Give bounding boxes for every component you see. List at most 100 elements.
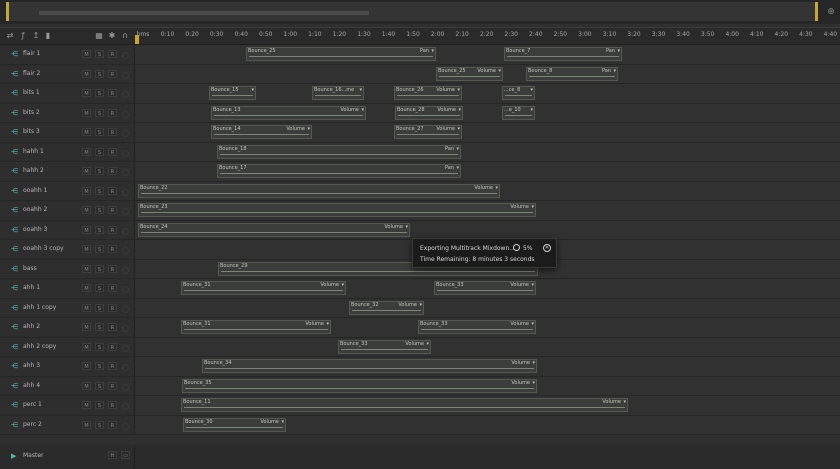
clip-menu-arrow-icon[interactable]: ▾ — [341, 282, 344, 288]
solo-button[interactable]: S — [95, 206, 104, 214]
clip-envelope-line[interactable] — [220, 153, 458, 155]
clip-menu-arrow-icon[interactable]: ▾ — [531, 321, 534, 327]
mute-button[interactable]: M — [82, 225, 91, 234]
track-row[interactable]: ⋲ ooahh 2 M S R Bounce_23 Volume ▾ — [0, 201, 840, 221]
track-header[interactable]: ⋲ perc 1 MSR — [0, 396, 135, 415]
solo-button[interactable]: S — [95, 362, 104, 370]
audio-clip[interactable]: Bounce_8 Pan ▾ — [526, 66, 618, 81]
track-row[interactable]: ⋲ flair 2 M S R Bounce_25 Volume ▾ Bounce_8 Pan ▾ — [0, 64, 840, 84]
clip-envelope-line[interactable] — [341, 348, 428, 350]
clip-menu-arrow-icon[interactable]: ▾ — [431, 48, 434, 54]
clip-envelope-label[interactable]: Volume — [510, 321, 529, 327]
input-monitor-button[interactable] — [122, 305, 129, 313]
clip-envelope-line[interactable] — [397, 95, 459, 96]
record-arm-button[interactable]: R — [108, 420, 117, 429]
audio-clip[interactable]: Bounce_34 Volume ▾ — [202, 359, 537, 373]
clip-envelope-line[interactable] — [439, 75, 500, 77]
clip-envelope-label[interactable]: Volume — [305, 321, 324, 327]
track-header[interactable]: ⋲ flair 1 MSR — [0, 45, 135, 64]
clip-envelope-label[interactable]: Volume — [477, 68, 496, 74]
clip-envelope-line[interactable] — [184, 407, 625, 408]
solo-button[interactable]: S — [95, 342, 104, 351]
clip-menu-arrow-icon[interactable]: ▾ — [532, 360, 535, 366]
audio-clip[interactable]: Bounce_11 Volume ▾ — [181, 398, 628, 412]
input-monitor-button[interactable] — [122, 208, 129, 215]
clip-envelope-line[interactable] — [141, 192, 497, 194]
clip-envelope-line[interactable] — [352, 309, 421, 311]
audio-clip[interactable]: Bounce_30 Volume ▾ — [183, 417, 286, 432]
track-row[interactable]: ⋲ ooahh 1 M S R Bounce_22 Volume ▾ — [0, 181, 840, 201]
mute-button[interactable]: M — [82, 420, 91, 429]
audio-clip[interactable]: Bounce_22 Volume ▾ — [138, 183, 500, 198]
clip-menu-arrow-icon[interactable]: ▾ — [531, 204, 534, 210]
clip-envelope-label[interactable]: Volume — [384, 224, 403, 230]
solo-button[interactable]: S — [95, 245, 104, 253]
mute-button[interactable]: M — [82, 362, 91, 370]
input-monitor-button[interactable] — [122, 149, 129, 157]
timeline-ruler[interactable]: ⇄ ƒ ↥ ▮ ▦ ✱ ∩ hms 0:10 0:20 0:30 0:40 0:50 1:0… — [0, 27, 840, 45]
solo-button[interactable]: S — [95, 225, 104, 234]
track-row[interactable]: ⋲ perc 2 M S R Bounce_30 Volume ▾ — [0, 415, 840, 435]
input-monitor-button[interactable] — [122, 71, 129, 79]
audio-clip[interactable]: Bounce_35 Volume ▾ — [182, 378, 537, 393]
audio-clip[interactable]: Bounce_23 Volume ▾ — [138, 203, 536, 217]
clip-menu-arrow-icon[interactable]: ▾ — [623, 399, 626, 405]
clip-envelope-label[interactable]: Volume — [398, 302, 417, 308]
clip-menu-arrow-icon[interactable]: ▾ — [530, 107, 533, 113]
clip-envelope-label[interactable]: Volume — [320, 282, 339, 288]
record-arm-button[interactable]: R — [108, 284, 117, 292]
input-monitor-button[interactable] — [122, 110, 129, 118]
audio-clip[interactable]: Bounce_24 Volume ▾ — [138, 222, 410, 237]
clip-envelope-line[interactable] — [205, 368, 534, 369]
track-header[interactable]: ⋲ hahh 2 MSR — [0, 162, 135, 181]
clip-envelope-line[interactable] — [529, 75, 615, 77]
cancel-export-button[interactable]: ✕ — [543, 244, 551, 252]
record-arm-button[interactable]: R — [108, 89, 117, 97]
track-header[interactable]: ⋲ ooahh 2 MSR — [0, 201, 135, 220]
clip-menu-arrow-icon[interactable]: ▾ — [457, 126, 460, 132]
mute-button[interactable]: M — [82, 167, 91, 175]
track-header[interactable]: ⋲ ahh 1 MSR — [0, 279, 135, 298]
clip-envelope-line[interactable] — [220, 173, 458, 174]
clip-envelope-label[interactable]: Volume — [510, 282, 529, 288]
track-header[interactable]: ⋲ flair 2 MSR — [0, 64, 135, 83]
clip-envelope-line[interactable] — [398, 114, 460, 116]
solo-button[interactable]: S — [95, 89, 104, 97]
clip-menu-arrow-icon[interactable]: ▾ — [456, 146, 459, 152]
audio-clip[interactable]: Bounce_7 Pan ▾ — [504, 47, 622, 61]
master-header[interactable]: ▶ Master H ▭ — [0, 445, 135, 469]
input-monitor-button[interactable] — [122, 422, 129, 430]
track-header[interactable]: ⋲ perc 2 MSR — [0, 415, 135, 434]
clip-envelope-label[interactable]: Volume — [511, 380, 530, 386]
track-row[interactable]: ⋲ ahh 2 copy M S R Bounce_33 Volume ▾ — [0, 337, 840, 357]
clip-envelope-label[interactable]: Volume — [511, 360, 530, 366]
clip-menu-arrow-icon[interactable]: ▾ — [359, 87, 362, 93]
track-row[interactable]: ⋲ ahh 4 M S R Bounce_35 Volume ▾ — [0, 376, 840, 396]
track-row[interactable]: ⋲ ahh 1 M S R Bounce_31 Volume ▾ Bounce_33 Volume… — [0, 279, 840, 299]
clip-menu-arrow-icon[interactable]: ▾ — [531, 282, 534, 288]
clip-menu-arrow-icon[interactable]: ▾ — [251, 87, 254, 93]
master-fx-button[interactable]: H — [108, 451, 117, 459]
input-monitor-button[interactable] — [122, 188, 129, 196]
mute-button[interactable]: M — [82, 89, 91, 97]
audio-clip[interactable]: Bounce_33 Volume ▾ — [434, 281, 536, 295]
audio-clip[interactable]: Bounce_15 ▾ — [209, 86, 256, 100]
audio-clip[interactable]: Bounce_33 Volume ▾ — [338, 339, 431, 354]
solo-button[interactable]: S — [95, 69, 104, 78]
session-overview-bar[interactable]: ⊕ — [0, 0, 840, 24]
audio-clip[interactable]: Bounce_25 Volume ▾ — [436, 66, 503, 81]
track-header[interactable]: ⋲ ahh 1 copy M S R — [0, 298, 135, 317]
record-arm-button[interactable]: R — [108, 342, 117, 351]
track-header[interactable]: ⋲ bits 2 MSR — [0, 103, 135, 122]
audio-clip[interactable]: Bounce_18 Pan ▾ — [217, 144, 461, 159]
track-row[interactable]: ⋲ bits 3 M S R Bounce_14 Volume ▾ Bounce_27 Volum… — [0, 123, 840, 143]
track-row[interactable]: ⋲ perc 1 M S R Bounce_11 Volume ▾ — [0, 396, 840, 416]
clip-envelope-label[interactable]: Pan — [445, 146, 454, 152]
audio-clip[interactable]: Bounce_17 Pan ▾ — [217, 164, 461, 178]
track-row[interactable]: ⋲ hahh 1 M S R Bounce_18 Pan ▾ — [0, 142, 840, 162]
input-monitor-button[interactable] — [122, 91, 129, 98]
track-header[interactable]: ⋲ hahh 1 MSR — [0, 142, 135, 161]
solo-button[interactable]: S — [95, 303, 104, 312]
clip-envelope-label[interactable]: Volume — [436, 87, 455, 93]
clip-menu-arrow-icon[interactable]: ▾ — [458, 107, 461, 113]
